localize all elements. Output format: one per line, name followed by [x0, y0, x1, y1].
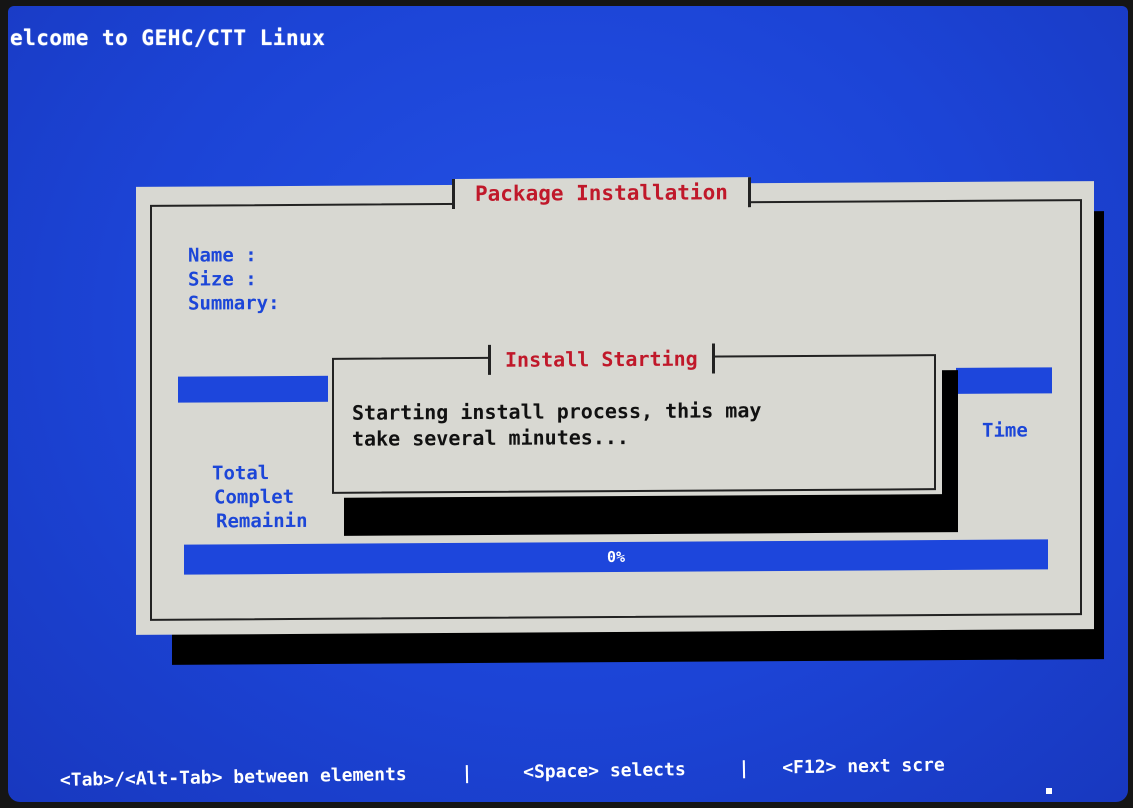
monitor-bezel: elcome to GEHC/CTT Linux Package Install… — [0, 0, 1133, 808]
name-label: Name : — [188, 244, 257, 267]
completed-label: Complet — [214, 485, 295, 509]
hint-f12-next-screen: <F12> next scre — [782, 754, 945, 779]
text-cursor — [1046, 788, 1052, 794]
summary-label: Summary: — [188, 292, 280, 315]
time-column-header: Time — [982, 419, 1028, 442]
package-progress-bar-right — [956, 367, 1052, 394]
popup-message: Starting install process, this may take … — [352, 398, 762, 451]
welcome-banner: elcome to GEHC/CTT Linux — [10, 26, 326, 50]
console-screen: elcome to GEHC/CTT Linux Package Install… — [8, 6, 1128, 802]
dialog-title: Package Installation — [452, 177, 751, 209]
install-starting-popup: Install Starting Starting install proces… — [328, 343, 942, 498]
total-progress-percent: 0% — [606, 547, 626, 567]
hint-separator: | — [738, 757, 750, 780]
remaining-label: Remainin — [216, 509, 308, 533]
hint-separator: | — [461, 762, 473, 784]
hint-space-selects: <Space> selects — [522, 759, 686, 783]
keyboard-hint-bar: <Tab>/<Alt-Tab> between elements | <Spac… — [60, 751, 1128, 800]
popup-title: Install Starting — [488, 343, 715, 375]
total-progress-bar: 0% — [184, 539, 1048, 575]
package-progress-bar-left — [178, 375, 334, 403]
hint-tab-navigation: <Tab>/<Alt-Tab> between elements — [59, 763, 407, 791]
size-label: Size : — [188, 268, 257, 291]
total-label: Total — [212, 462, 270, 485]
